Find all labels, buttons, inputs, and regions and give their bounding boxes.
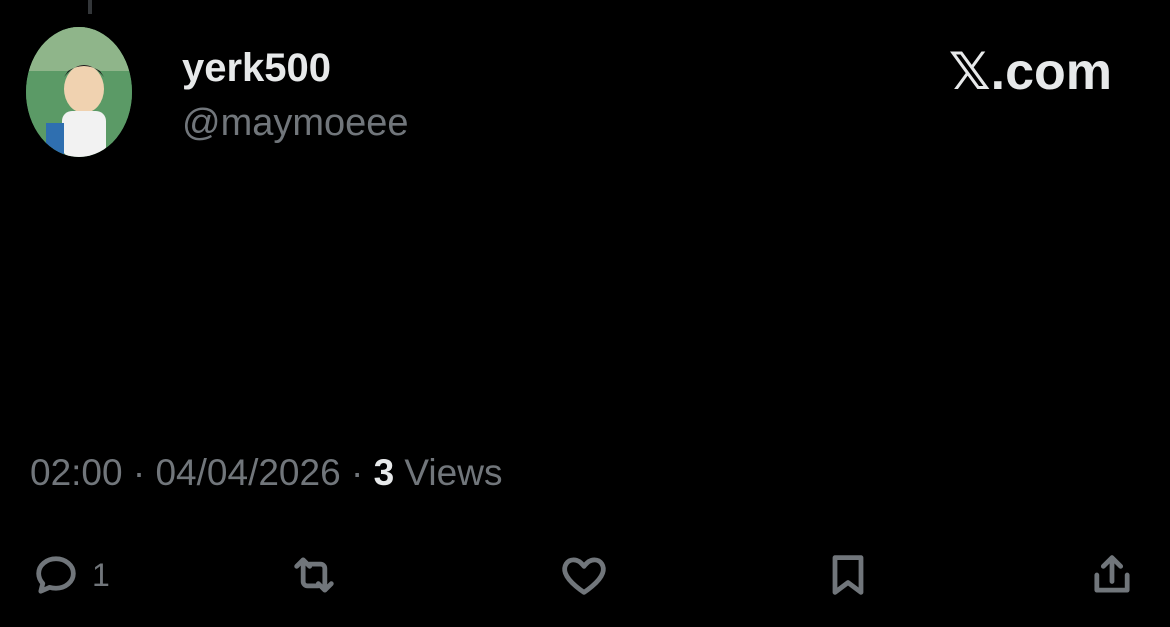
reply-button[interactable]: 1 <box>30 548 110 602</box>
post-time[interactable]: 02:00 <box>30 452 123 493</box>
repost-icon <box>294 557 334 593</box>
post-meta: 02:00 · 04/04/2026 · 3 Views <box>30 452 502 494</box>
author-display-name[interactable]: yerk500 <box>182 46 331 91</box>
reply-icon <box>36 556 76 594</box>
meta-separator: · <box>350 452 374 493</box>
heart-icon <box>562 557 606 595</box>
meta-separator: · <box>132 452 156 493</box>
views-label: Views <box>404 452 503 493</box>
bookmark-button[interactable] <box>822 548 884 602</box>
post-date[interactable]: 04/04/2026 <box>155 452 340 493</box>
avatar-image <box>26 27 132 157</box>
post-text <box>30 244 1090 374</box>
reply-count: 1 <box>92 556 110 593</box>
avatar[interactable] <box>26 27 132 157</box>
like-button[interactable] <box>558 548 620 602</box>
views-count: 3 <box>373 452 395 493</box>
repost-button[interactable] <box>288 548 350 602</box>
share-button[interactable] <box>1086 548 1148 602</box>
author-handle[interactable]: @maymoeee <box>182 102 409 145</box>
thread-line <box>88 0 92 14</box>
share-icon <box>1094 555 1130 593</box>
brand-logo: 𝕏.com <box>948 43 1112 101</box>
action-bar: 1 <box>0 540 1170 610</box>
bookmark-icon <box>832 555 864 595</box>
